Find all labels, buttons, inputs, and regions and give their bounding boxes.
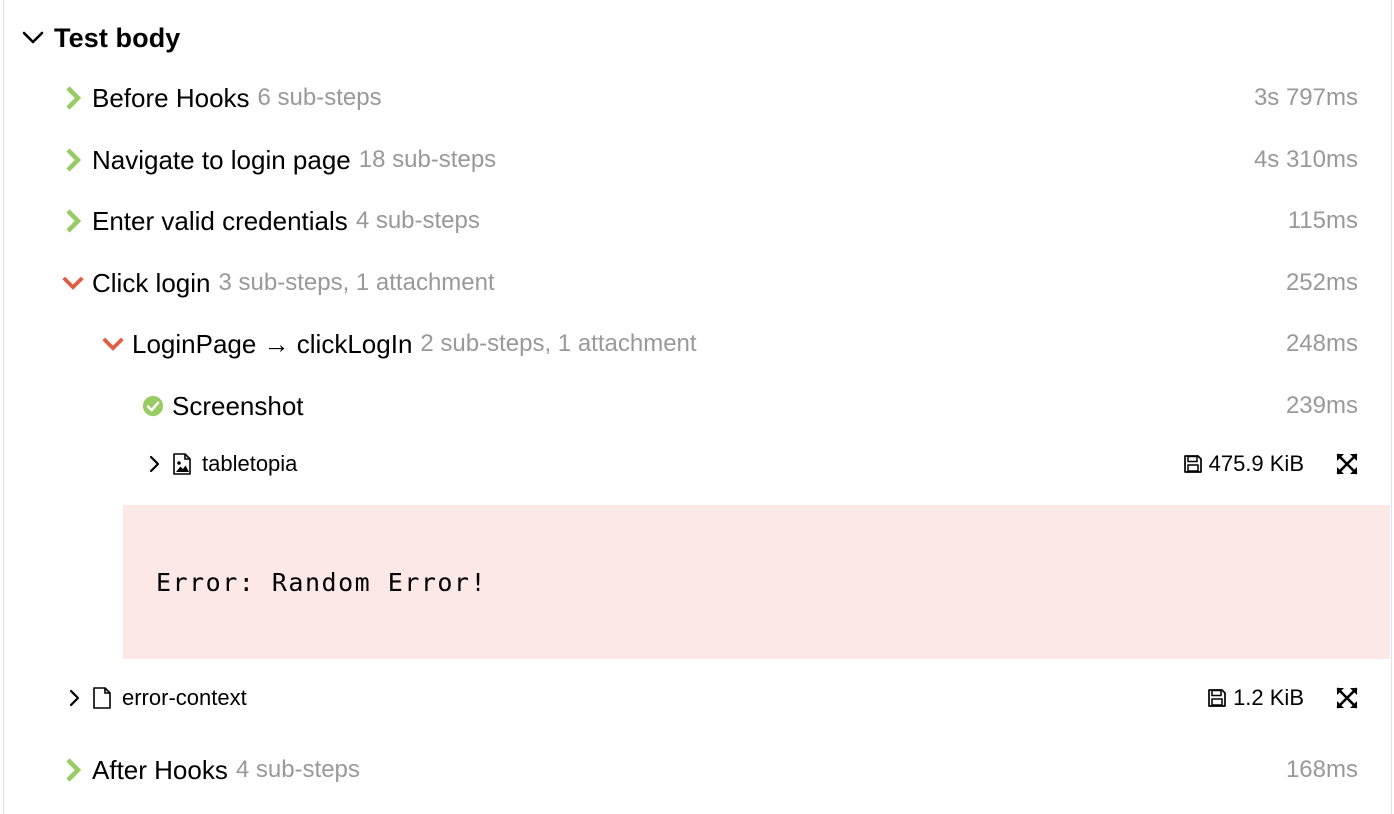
step-row-enter-valid-credentials[interactable]: Enter valid credentials 4 sub-steps 115m… bbox=[62, 199, 1358, 243]
save-icon bbox=[1183, 455, 1202, 473]
step-duration: 3s 797ms bbox=[1253, 84, 1358, 111]
document-file-icon bbox=[93, 687, 111, 709]
step-duration: 252ms bbox=[1285, 269, 1358, 296]
attachment-row-tabletopia[interactable]: tabletopia 475.9 KiB bbox=[146, 446, 1358, 482]
attachment-name: error-context bbox=[122, 685, 247, 710]
expand-icon[interactable] bbox=[1336, 687, 1358, 709]
step-duration: 248ms bbox=[1285, 330, 1358, 357]
expand-icon[interactable] bbox=[1336, 453, 1358, 475]
step-duration: 115ms bbox=[1287, 207, 1358, 234]
left-divider bbox=[3, 0, 4, 814]
chevron-down-icon bbox=[62, 272, 84, 294]
right-divider bbox=[1391, 0, 1392, 814]
step-duration: 168ms bbox=[1285, 756, 1358, 783]
test-body-panel: Test body Before Hooks 6 sub-steps 3s 79… bbox=[0, 0, 1394, 814]
step-name: Click login bbox=[92, 267, 211, 298]
error-message-box: Error: Random Error! bbox=[123, 505, 1390, 659]
attachment-name: tabletopia bbox=[202, 451, 298, 476]
chevron-right-icon bbox=[149, 455, 160, 473]
step-row-click-login[interactable]: Click login 3 sub-steps, 1 attachment 25… bbox=[62, 261, 1358, 305]
step-meta: 6 sub-steps bbox=[257, 84, 382, 111]
chevron-down-icon bbox=[102, 333, 124, 355]
step-meta: 4 sub-steps bbox=[235, 756, 360, 783]
save-icon bbox=[1208, 689, 1226, 707]
step-name: After Hooks bbox=[92, 754, 228, 785]
chevron-right-icon bbox=[69, 689, 80, 707]
chevron-right-icon bbox=[62, 209, 84, 233]
step-row-screenshot[interactable]: Screenshot 239ms bbox=[142, 384, 1358, 428]
chevron-right-icon bbox=[62, 758, 84, 782]
attachment-size[interactable]: 475.9 KiB bbox=[1183, 451, 1304, 477]
test-body-header[interactable]: Test body bbox=[20, 18, 180, 58]
step-name: Enter valid credentials bbox=[92, 205, 348, 236]
chevron-down-icon bbox=[22, 31, 44, 44]
attachment-size-label: 1.2 KiB bbox=[1233, 685, 1304, 710]
step-name: Navigate to login page bbox=[92, 144, 351, 175]
step-name: LoginPage → clickLogIn bbox=[132, 328, 413, 359]
attachment-row-error-context[interactable]: error-context 1.2 KiB bbox=[66, 680, 1358, 716]
step-row-after-hooks[interactable]: After Hooks 4 sub-steps 168ms bbox=[62, 748, 1358, 792]
error-message: Error: Random Error! bbox=[156, 567, 488, 597]
step-row-loginpage-clicklogin[interactable]: LoginPage → clickLogIn 2 sub-steps, 1 at… bbox=[102, 322, 1358, 366]
check-circle-icon bbox=[142, 395, 164, 417]
step-duration: 239ms bbox=[1285, 392, 1358, 419]
attachment-size[interactable]: 1.2 KiB bbox=[1207, 685, 1304, 711]
chevron-right-icon bbox=[62, 148, 84, 172]
image-file-icon bbox=[173, 453, 191, 475]
step-row-navigate-to-login-page[interactable]: Navigate to login page 18 sub-steps 4s 3… bbox=[62, 138, 1358, 182]
step-name: Before Hooks bbox=[92, 82, 250, 113]
step-meta: 4 sub-steps bbox=[355, 207, 480, 234]
section-title: Test body bbox=[54, 22, 181, 53]
step-row-before-hooks[interactable]: Before Hooks 6 sub-steps 3s 797ms bbox=[62, 76, 1358, 120]
step-meta: 18 sub-steps bbox=[358, 146, 497, 173]
step-meta: 3 sub-steps, 1 attachment bbox=[218, 269, 495, 296]
chevron-right-icon bbox=[62, 86, 84, 110]
attachment-size-label: 475.9 KiB bbox=[1208, 451, 1304, 476]
step-duration: 4s 310ms bbox=[1253, 146, 1358, 173]
step-name: Screenshot bbox=[172, 390, 304, 421]
step-meta: 2 sub-steps, 1 attachment bbox=[420, 330, 697, 357]
